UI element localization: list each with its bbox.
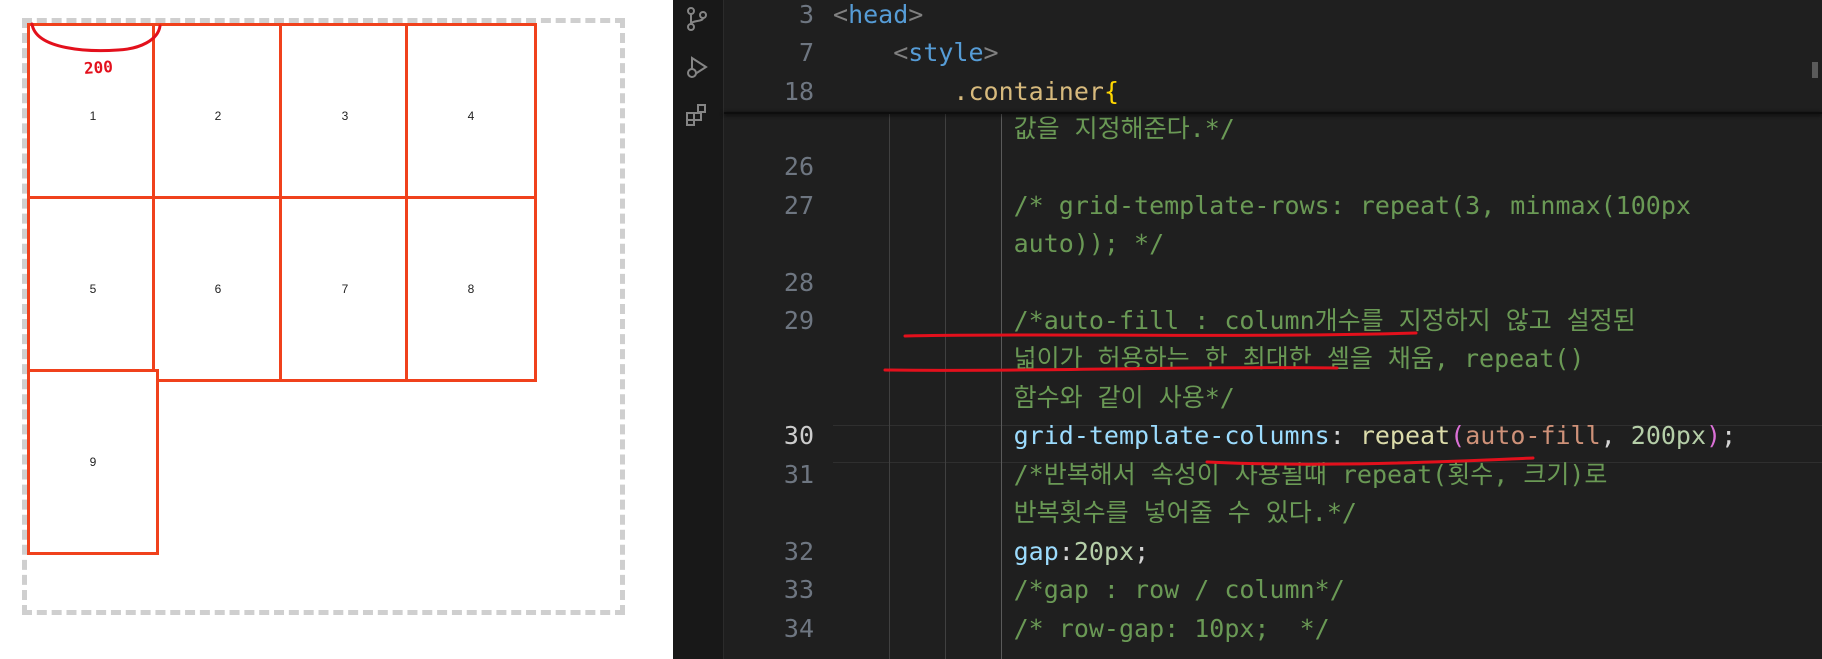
code-token: 20px: [1073, 537, 1135, 566]
line-number: 28: [783, 268, 814, 297]
code-line[interactable]: <head>: [833, 0, 923, 34]
code-line[interactable]: gap:20px;: [833, 533, 1150, 571]
code-token: (: [1450, 421, 1466, 450]
code-editor: 3 7 18 26 27 28 29 30 31 32 33 34 <head> <style> .c…: [673, 0, 1822, 659]
line-number: 32: [783, 537, 814, 566]
code-line[interactable]: grid-template-columns: repeat(auto-fill,…: [833, 417, 1737, 455]
code-line[interactable]: /* row-gap: 10px; */: [833, 610, 1330, 648]
code-token: 값을 지정해준다.*/: [833, 114, 1235, 143]
code-token: /* grid-template-rows: repeat(3, minmax(…: [833, 191, 1691, 220]
annotation-width-label: 200: [83, 57, 114, 78]
code-line[interactable]: 반복횟수를 넣어줄 수 있다.*/: [833, 494, 1357, 532]
activity-bar: [673, 0, 724, 659]
code-token: {: [1103, 77, 1119, 106]
code-token: 넓이가 허용하는 한 최대한 셀을 채움, repeat(): [833, 344, 1585, 373]
grid-container: 1 2 3 4 5 6 7 8 9: [22, 18, 625, 615]
code-line[interactable]: 함수와 같이 사용*/: [833, 379, 1235, 417]
grid-cell: 8: [405, 196, 537, 382]
code-token: 200px: [1630, 421, 1707, 450]
code-token: /*gap : row / column*/: [833, 575, 1345, 604]
code-token: .container: [833, 77, 1104, 106]
code-token: style: [908, 38, 984, 67]
grid-preview-pane: 1 2 3 4 5 6 7 8 9 200: [0, 0, 673, 659]
code-token: <: [833, 0, 849, 29]
grid-cell: 5: [27, 196, 159, 382]
code-line[interactable]: <style>: [833, 34, 999, 72]
code-token: ;: [1721, 421, 1737, 450]
code-token: repeat: [1359, 421, 1451, 450]
run-debug-icon[interactable]: [684, 54, 710, 80]
sticky-scroll-separator: [724, 112, 1822, 114]
grid-cell: 1: [27, 23, 159, 209]
line-number: 31: [783, 460, 814, 489]
line-number: 3: [798, 0, 814, 29]
line-number: 30: [783, 421, 814, 450]
code-token: auto-fill: [1465, 421, 1601, 450]
line-number: 7: [798, 38, 814, 67]
line-number: 18: [783, 77, 814, 106]
code-token: >: [908, 0, 924, 29]
code-line[interactable]: 넓이가 허용하는 한 최대한 셀을 채움, repeat(): [833, 340, 1585, 378]
line-number: 33: [783, 575, 814, 604]
code-token: ,: [1600, 421, 1631, 450]
code-token: 함수와 같이 사용*/: [833, 383, 1235, 412]
grid-cell: 2: [152, 23, 284, 209]
code-token: 반복횟수를 넣어줄 수 있다.*/: [833, 498, 1357, 527]
code-token: <: [833, 38, 909, 67]
line-number: 34: [783, 614, 814, 643]
code-token: /*반복해서 속성이 사용될때 repeat(횟수, 크기)로: [833, 460, 1608, 489]
code-line[interactable]: 값을 지정해준다.*/: [833, 110, 1235, 148]
code-line[interactable]: /*반복해서 속성이 사용될때 repeat(횟수, 크기)로: [833, 456, 1608, 494]
code-token: auto)); */: [833, 229, 1165, 258]
code-line[interactable]: /*auto-fill : column개수를 지정하지 않고 설정된: [833, 302, 1636, 340]
source-control-icon[interactable]: [684, 6, 710, 32]
grid-cell: 4: [405, 23, 537, 209]
code-line[interactable]: .container{: [833, 73, 1119, 111]
line-number: 29: [783, 306, 814, 335]
line-number-gutter: 3 7 18 26 27 28 29 30 31 32 33 34: [724, 0, 832, 659]
line-number: 27: [783, 191, 814, 220]
line-number: 26: [783, 152, 814, 181]
code-token: >: [983, 38, 999, 67]
code-token: grid-template-columns: [833, 421, 1330, 450]
code-token: /* row-gap: 10px; */: [833, 614, 1330, 643]
code-line[interactable]: /* grid-template-rows: repeat(3, minmax(…: [833, 187, 1691, 225]
grid-cell: 3: [279, 23, 411, 209]
code-token: :: [1058, 537, 1074, 566]
code-token: ): [1706, 421, 1722, 450]
code-token: gap: [833, 537, 1059, 566]
code-token: head: [848, 0, 909, 29]
code-area[interactable]: <head> <style> .container{ 값을 지정해준다.*/ /…: [833, 0, 1822, 659]
grid-cell: 9: [27, 369, 159, 555]
code-token: :: [1329, 421, 1360, 450]
code-token: ;: [1134, 537, 1150, 566]
grid-cell: 7: [279, 196, 411, 382]
code-token: /*auto-fill : column개수를 지정하지 않고 설정된: [833, 306, 1636, 335]
code-line[interactable]: /*gap : row / column*/: [833, 571, 1345, 609]
code-line[interactable]: auto)); */: [833, 225, 1165, 263]
scrollbar-marker[interactable]: [1812, 62, 1818, 78]
extensions-icon[interactable]: [684, 102, 710, 128]
grid-cell: 6: [152, 196, 284, 382]
